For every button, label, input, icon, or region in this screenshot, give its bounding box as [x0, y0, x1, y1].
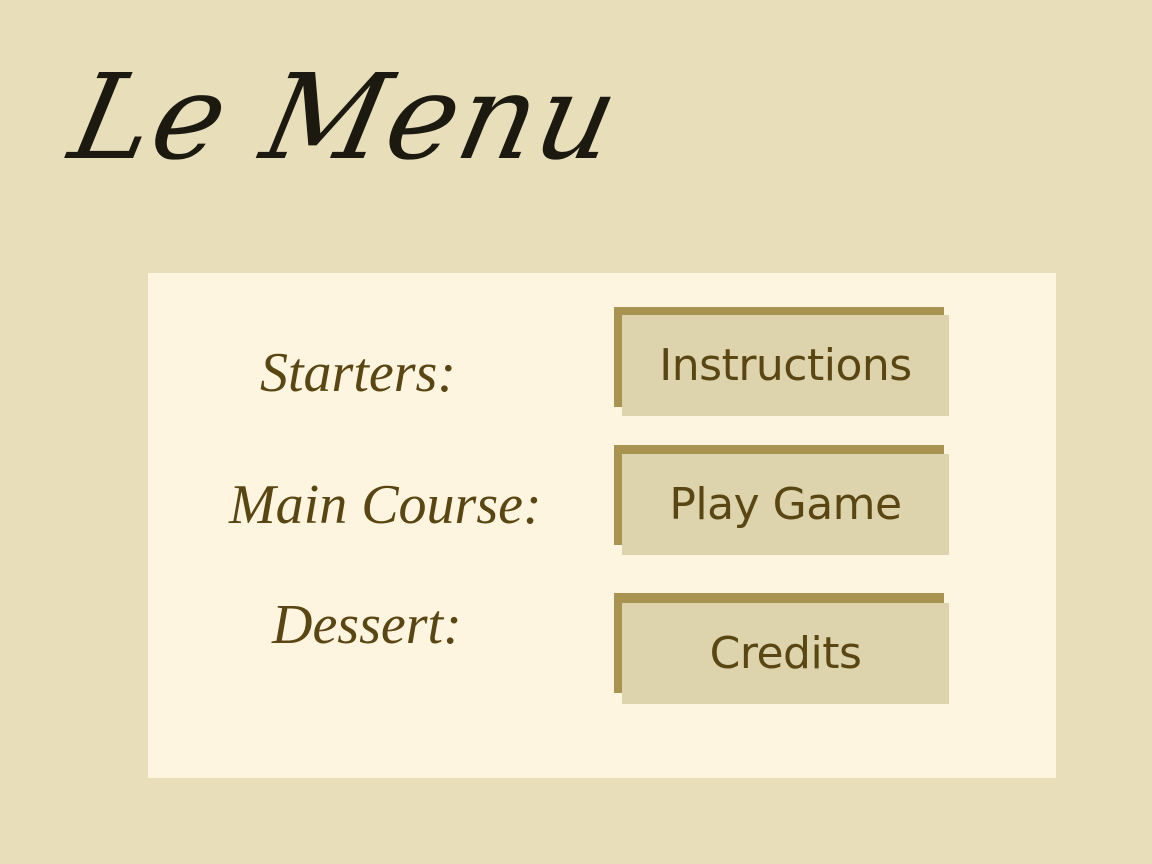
- button-face[interactable]: Play Game: [622, 454, 949, 555]
- play-game-button-label: Play Game: [669, 479, 902, 530]
- starters-label: Starters:: [260, 342, 456, 404]
- play-game-button[interactable]: Play Game: [614, 445, 949, 555]
- main-course-label: Main Course:: [229, 474, 542, 536]
- button-face[interactable]: Credits: [622, 603, 949, 704]
- instructions-button[interactable]: Instructions: [614, 307, 949, 417]
- instructions-button-label: Instructions: [659, 340, 912, 391]
- menu-panel: Starters: Instructions Main Course: Play…: [148, 273, 1056, 778]
- credits-button-label: Credits: [709, 628, 862, 679]
- credits-button[interactable]: Credits: [614, 593, 949, 704]
- button-face[interactable]: Instructions: [622, 315, 949, 416]
- dessert-label: Dessert:: [272, 594, 462, 656]
- game-title: Le Menu: [59, 48, 632, 186]
